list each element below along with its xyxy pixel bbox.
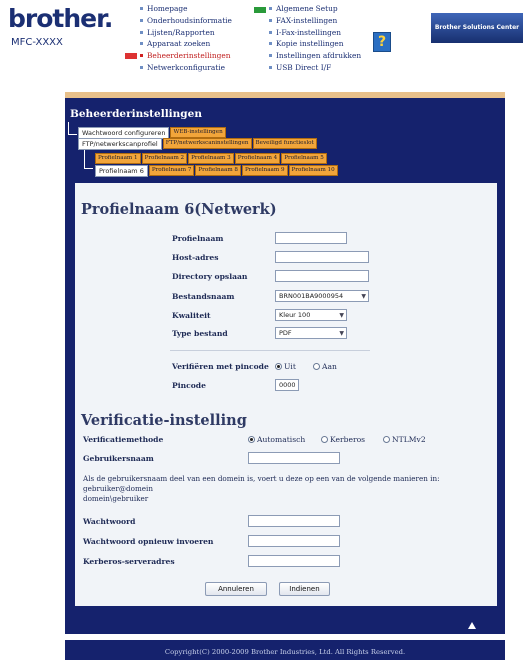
profile-heading: Profielnaam 6(Netwerk) — [81, 201, 277, 218]
nav-link-homepage[interactable]: Homepage — [139, 3, 232, 15]
nav-link-general-setup[interactable]: Algemene Setup — [268, 3, 361, 15]
pin-on-option[interactable]: Aan — [313, 362, 337, 371]
help-icon[interactable]: ? — [373, 32, 391, 52]
tabs-level-2: FTP/netwerkscanprofiel FTP/netwerkscanin… — [78, 138, 317, 150]
model-name: MFC-XXXX — [11, 37, 63, 48]
nav-column-1: Homepage Onderhoudsinformatie Lijsten/Ra… — [139, 3, 232, 74]
tab-profile-8[interactable]: Profielnaam 8 — [195, 165, 241, 176]
nav-link-find-device[interactable]: Apparaat zoeken — [139, 38, 232, 50]
band-top-strip — [65, 92, 505, 98]
method-ntlm-label: NTLMv2 — [392, 435, 426, 444]
filetype-select[interactable]: PDF ▼ — [275, 327, 347, 339]
tabs-level-4: Profielnaam 6 Profielnaam 7 Profielnaam … — [95, 165, 338, 177]
tab-profile-5[interactable]: Profielnaam 5 — [281, 153, 327, 164]
filename-value: BRN001BA9000954 — [279, 292, 344, 300]
username-input[interactable] — [248, 452, 340, 464]
tab-profile-3[interactable]: Profielnaam 3 — [188, 153, 234, 164]
filename-select[interactable]: BRN001BA9000954 ▼ — [275, 290, 369, 302]
nav-link-admin-settings[interactable]: Beheerderinstellingen — [139, 50, 232, 62]
method-auto-label: Automatisch — [257, 435, 306, 444]
nav-link-copy-settings[interactable]: Kopie instellingen — [268, 38, 361, 50]
tab-profile-9[interactable]: Profielnaam 9 — [241, 165, 288, 176]
cancel-button[interactable]: Annuleren — [205, 582, 267, 596]
arrow-icon — [125, 53, 137, 59]
auth-method-label: Verificatiemethode — [83, 435, 164, 444]
page-title: Beheerderinstellingen — [70, 108, 202, 120]
filetype-value: PDF — [279, 329, 292, 337]
password-input[interactable] — [248, 515, 340, 527]
host-address-label: Host-adres — [172, 253, 219, 262]
tree-line — [84, 150, 93, 169]
auth-heading: Verificatie-instelling — [81, 412, 247, 429]
kerberos-server-label: Kerberos-serveradres — [83, 557, 175, 566]
tabs-level-3: Profielnaam 1 Profielnaam 2 Profielnaam … — [95, 153, 327, 164]
tab-profile-2[interactable]: Profielnaam 2 — [141, 153, 188, 164]
arrow-icon — [254, 7, 266, 13]
quality-label: Kwaliteit — [172, 311, 211, 320]
pin-off-label: Uit — [284, 362, 296, 371]
scroll-top-icon[interactable] — [468, 622, 476, 629]
method-kerberos-option[interactable]: Kerberos — [321, 435, 365, 444]
submit-button[interactable]: Indienen — [279, 582, 330, 596]
method-auto-radio[interactable] — [248, 436, 255, 443]
kerberos-server-input[interactable] — [248, 555, 340, 567]
tab-profile-7[interactable]: Profielnaam 7 — [148, 165, 195, 176]
filename-label: Bestandsnaam — [172, 292, 235, 301]
username-label: Gebruikersnaam — [83, 454, 154, 463]
pin-off-radio[interactable] — [275, 363, 282, 370]
nav-link-reports[interactable]: Lijsten/Rapporten — [139, 27, 232, 39]
tab-secure-function-lock[interactable]: Beveiligd functieslot — [252, 138, 317, 149]
pincode-input[interactable]: 0000 — [275, 379, 299, 391]
quality-value: Kleur 100 — [279, 311, 311, 319]
copyright-footer: Copyright(C) 2000-2009 Brother Industrie… — [164, 648, 406, 656]
method-ntlm-option[interactable]: NTLMv2 — [383, 435, 426, 444]
password-repeat-input[interactable] — [248, 535, 340, 547]
nav-link-maintenance[interactable]: Onderhoudsinformatie — [139, 15, 232, 27]
method-ntlm-radio[interactable] — [383, 436, 390, 443]
tab-ftp-profile[interactable]: FTP/netwerkscanprofiel — [78, 138, 162, 150]
username-note: Als de gebruikersnaam deel van een domei… — [83, 474, 440, 483]
pincode-label: Pincode — [172, 381, 206, 390]
nav-link-ifax-settings[interactable]: I-Fax-instellingen — [268, 27, 361, 39]
solutions-center-button[interactable]: Brother Solutions Center — [431, 13, 523, 43]
tab-ftp-settings[interactable]: FTP/netwerkscaninstellingen — [162, 138, 252, 149]
profile-name-input[interactable] — [275, 232, 347, 244]
method-auto-option[interactable]: Automatisch — [248, 435, 305, 444]
profile-name-label: Profielnaam — [172, 234, 224, 243]
password-label: Wachtwoord — [83, 517, 136, 526]
nav-link-fax-settings[interactable]: FAX-instellingen — [268, 15, 361, 27]
pin-on-label: Aan — [322, 362, 337, 371]
username-format-1: gebruiker@domein — [83, 484, 153, 493]
nav-link-network-config[interactable]: Netwerkconfiguratie — [139, 62, 232, 74]
nav-link-print-settings[interactable]: Instellingen afdrukken — [268, 50, 361, 62]
chevron-down-icon: ▼ — [339, 330, 344, 337]
tab-profile-6[interactable]: Profielnaam 6 — [95, 165, 148, 177]
quality-select[interactable]: Kleur 100 ▼ — [275, 309, 347, 321]
brother-logo: brother. — [8, 4, 113, 33]
nav-link-usb-direct[interactable]: USB Direct I/F — [268, 62, 361, 74]
tree-line — [68, 122, 77, 135]
directory-input[interactable] — [275, 270, 369, 282]
chevron-down-icon: ▼ — [339, 312, 344, 319]
tab-profile-1[interactable]: Profielnaam 1 — [95, 153, 141, 164]
tab-profile-10[interactable]: Profielnaam 10 — [288, 165, 338, 176]
username-format-2: domein\gebruiker — [83, 494, 149, 503]
tab-profile-4[interactable]: Profielnaam 4 — [234, 153, 281, 164]
directory-label: Directory opslaan — [172, 272, 248, 281]
divider — [170, 350, 370, 351]
pin-on-radio[interactable] — [313, 363, 320, 370]
chevron-down-icon: ▼ — [361, 293, 366, 300]
host-address-input[interactable] — [275, 251, 369, 263]
pin-verify-label: Verifiëren met pincode — [172, 362, 269, 371]
method-kerberos-label: Kerberos — [330, 435, 366, 444]
tab-web-settings[interactable]: WEB-instellingen — [170, 127, 226, 138]
nav-column-2: Algemene Setup FAX-instellingen I-Fax-in… — [268, 3, 361, 74]
filetype-label: Type bestand — [172, 329, 228, 338]
method-kerberos-radio[interactable] — [321, 436, 328, 443]
pin-off-option[interactable]: Uit — [275, 362, 296, 371]
password-repeat-label: Wachtwoord opnieuw invoeren — [83, 537, 214, 546]
